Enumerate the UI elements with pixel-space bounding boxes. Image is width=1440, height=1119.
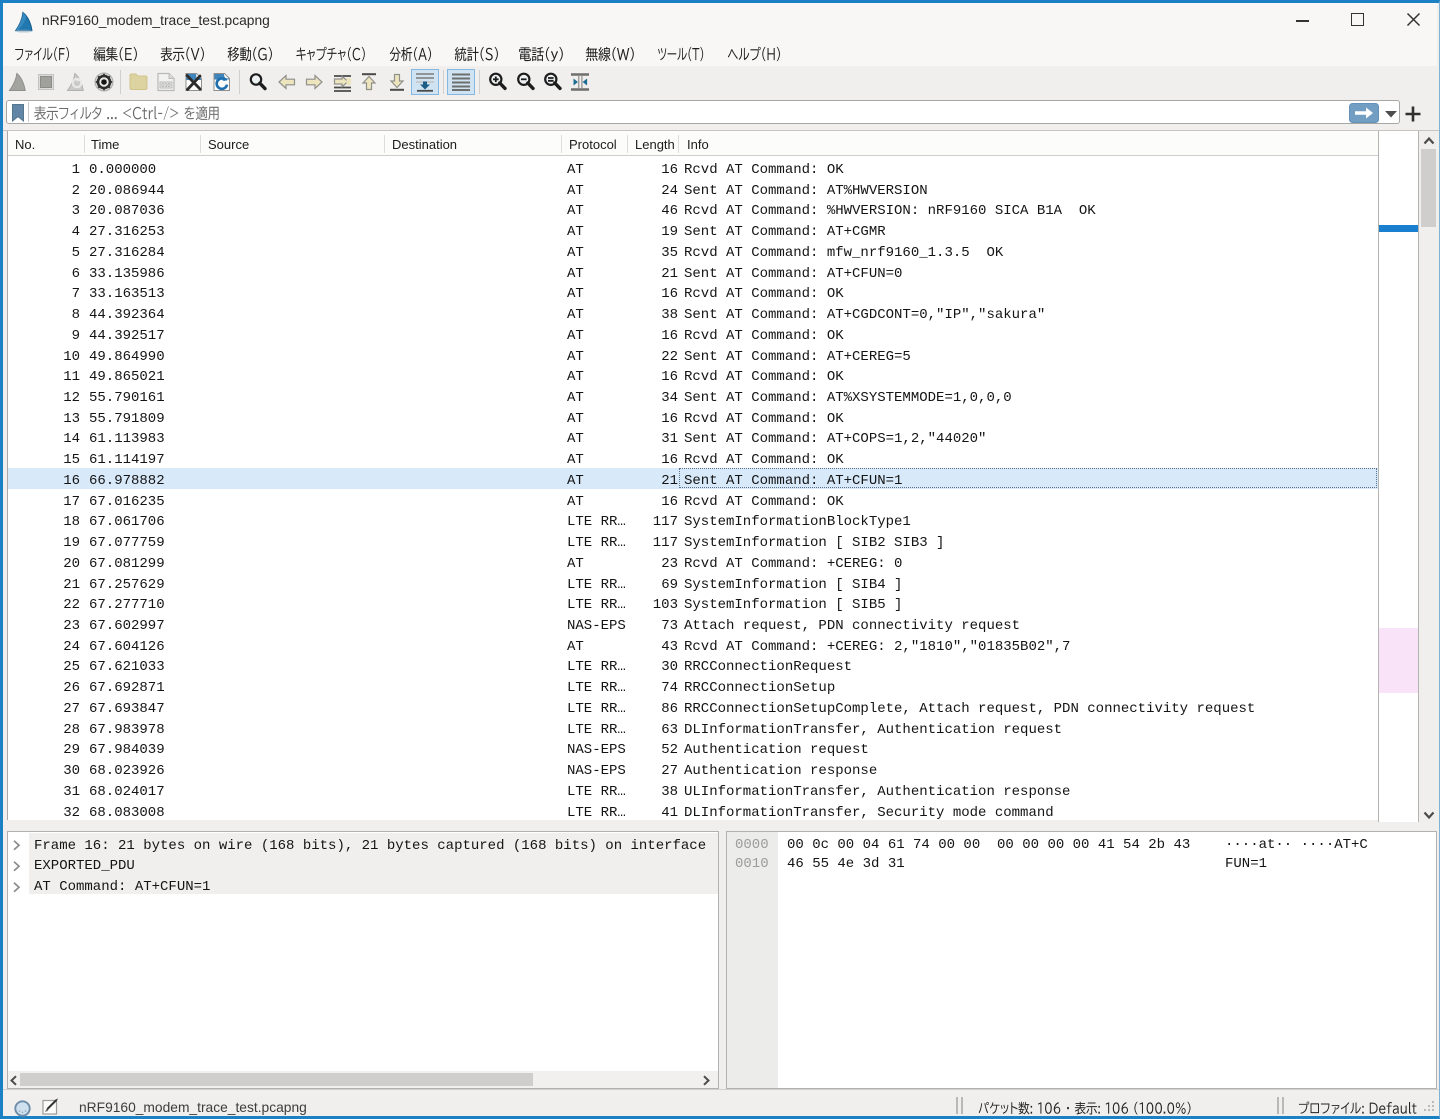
svg-text:010: 010 — [161, 83, 170, 89]
